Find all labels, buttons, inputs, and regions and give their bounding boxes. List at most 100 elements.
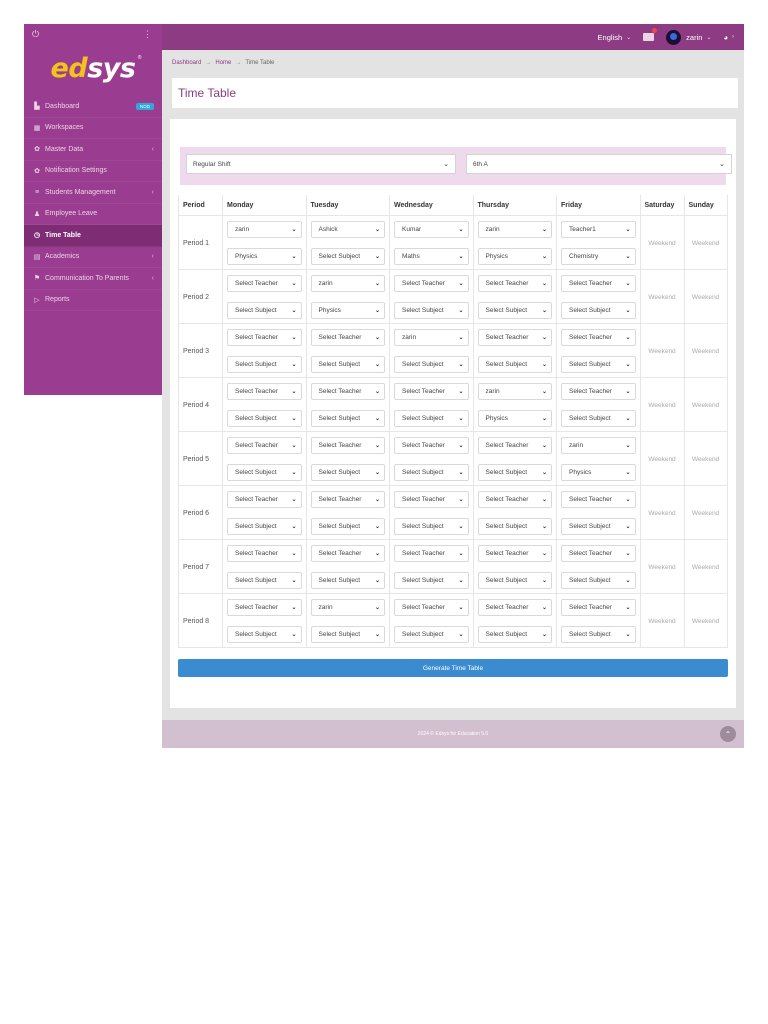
- teacher-select[interactable]: Select Teacher ⌄: [310, 437, 385, 454]
- sidebar-item-communication-to-parents[interactable]: ⚑ Communication To Parents ‹: [24, 268, 162, 290]
- subject-select[interactable]: Select Subject ⌄: [394, 572, 469, 589]
- teacher-select[interactable]: Select Teacher ⌄: [561, 545, 636, 562]
- teacher-select[interactable]: Select Teacher ⌄: [227, 275, 302, 292]
- subject-select[interactable]: Select Subject ⌄: [561, 518, 636, 535]
- teacher-select[interactable]: Select Teacher ⌄: [227, 383, 302, 400]
- teacher-select[interactable]: Select Teacher ⌄: [477, 491, 552, 508]
- sidebar-item-master-data[interactable]: ✿ Master Data ‹: [24, 139, 162, 161]
- teacher-select[interactable]: Select Teacher ⌄: [310, 329, 385, 346]
- subject-select[interactable]: Select Subject ⌄: [477, 464, 552, 481]
- mail-button[interactable]: [643, 28, 658, 41]
- sidebar-item-notification-settings[interactable]: ✿ Notification Settings: [24, 161, 162, 182]
- teacher-select[interactable]: Select Teacher ⌄: [227, 329, 302, 346]
- subject-select[interactable]: Select Subject ⌄: [477, 626, 552, 643]
- subject-select[interactable]: Select Subject ⌄: [477, 302, 552, 319]
- subject-select[interactable]: Select Subject ⌄: [227, 302, 302, 319]
- subject-select[interactable]: Select Subject ⌄: [310, 518, 385, 535]
- teacher-select[interactable]: zarin ⌄: [227, 221, 302, 238]
- teacher-select[interactable]: Select Teacher ⌄: [394, 437, 469, 454]
- subject-select[interactable]: Physics ⌄: [227, 248, 302, 265]
- subject-select[interactable]: Select Subject ⌄: [561, 302, 636, 319]
- sidebar-item-reports[interactable]: ▷ Reports: [24, 290, 162, 311]
- subject-select[interactable]: Select Subject ⌄: [477, 356, 552, 373]
- teacher-select[interactable]: Select Teacher ⌄: [227, 437, 302, 454]
- language-selector[interactable]: English ⌄: [598, 33, 632, 42]
- teacher-select[interactable]: zarin ⌄: [310, 599, 385, 616]
- subject-select[interactable]: Select Subject ⌄: [561, 410, 636, 427]
- subject-select[interactable]: Select Subject ⌄: [394, 464, 469, 481]
- subject-select[interactable]: Select Subject ⌄: [227, 626, 302, 643]
- teacher-select[interactable]: Select Teacher ⌄: [561, 275, 636, 292]
- teacher-select[interactable]: zarin ⌄: [394, 329, 469, 346]
- subject-select[interactable]: Select Subject ⌄: [227, 518, 302, 535]
- teacher-select[interactable]: zarin ⌄: [477, 221, 552, 238]
- subject-select[interactable]: Select Subject ⌄: [394, 626, 469, 643]
- subject-select[interactable]: Select Subject ⌄: [394, 302, 469, 319]
- logo[interactable]: edsys ®: [24, 44, 162, 92]
- teacher-select[interactable]: Select Teacher ⌄: [477, 599, 552, 616]
- sidebar-item-time-table[interactable]: ◷ Time Table: [24, 225, 162, 247]
- user-menu[interactable]: zarin ⌄: [666, 29, 711, 45]
- teacher-select[interactable]: Select Teacher ⌄: [477, 275, 552, 292]
- subject-select[interactable]: Select Subject ⌄: [394, 518, 469, 535]
- subject-select[interactable]: Physics ⌄: [561, 464, 636, 481]
- teacher-select[interactable]: Select Teacher ⌄: [394, 599, 469, 616]
- teacher-select[interactable]: zarin ⌄: [310, 275, 385, 292]
- subject-select[interactable]: Select Subject ⌄: [227, 410, 302, 427]
- power-icon[interactable]: ⏻: [32, 29, 39, 40]
- teacher-select[interactable]: Select Teacher ⌄: [227, 599, 302, 616]
- teacher-select[interactable]: Ashick ⌄: [310, 221, 385, 238]
- generate-timetable-button[interactable]: Generate Time Table: [178, 659, 728, 677]
- subject-select[interactable]: Select Subject ⌄: [310, 464, 385, 481]
- teacher-select[interactable]: Select Teacher ⌄: [394, 491, 469, 508]
- subject-select[interactable]: Physics ⌄: [310, 302, 385, 319]
- teacher-select[interactable]: Select Teacher ⌄: [561, 599, 636, 616]
- subject-select[interactable]: Physics ⌄: [477, 410, 552, 427]
- teacher-select[interactable]: Select Teacher ⌄: [561, 491, 636, 508]
- subject-select[interactable]: Select Subject ⌄: [310, 626, 385, 643]
- class-select[interactable]: 6th A ⌄: [466, 154, 732, 174]
- teacher-select[interactable]: Select Teacher ⌄: [310, 383, 385, 400]
- sidebar-item-dashboard[interactable]: ▙ Dashboard NOD: [24, 96, 162, 118]
- teacher-select[interactable]: Select Teacher ⌄: [227, 545, 302, 562]
- subject-select[interactable]: Select Subject ⌄: [310, 356, 385, 373]
- subject-select[interactable]: Select Subject ⌄: [394, 356, 469, 373]
- shift-select[interactable]: Regular Shift ⌄: [186, 154, 456, 174]
- subject-select[interactable]: Select Subject ⌄: [561, 356, 636, 373]
- teacher-select[interactable]: Select Teacher ⌄: [310, 545, 385, 562]
- subject-select[interactable]: Select Subject ⌄: [394, 410, 469, 427]
- subject-select[interactable]: Physics ⌄: [477, 248, 552, 265]
- subject-select[interactable]: Select Subject ⌄: [561, 626, 636, 643]
- teacher-select[interactable]: Select Teacher ⌄: [477, 437, 552, 454]
- teacher-select[interactable]: Select Teacher ⌄: [310, 491, 385, 508]
- subject-select[interactable]: Maths ⌄: [394, 248, 469, 265]
- teacher-select[interactable]: Select Teacher ⌄: [394, 275, 469, 292]
- subject-select[interactable]: Select Subject ⌄: [310, 572, 385, 589]
- teacher-select[interactable]: zarin ⌄: [477, 383, 552, 400]
- subject-select[interactable]: Select Subject ⌄: [561, 572, 636, 589]
- teacher-select[interactable]: Teacher1 ⌄: [561, 221, 636, 238]
- kebab-icon[interactable]: ⋮: [143, 29, 152, 40]
- breadcrumb-dashboard[interactable]: Dashboard: [172, 60, 201, 66]
- globe-menu[interactable]: ◕ ›: [723, 33, 734, 42]
- breadcrumb-home[interactable]: Home: [215, 60, 231, 66]
- teacher-select[interactable]: Select Teacher ⌄: [394, 383, 469, 400]
- teacher-select[interactable]: Select Teacher ⌄: [477, 545, 552, 562]
- sidebar-item-students-management[interactable]: ≡ Students Management ‹: [24, 182, 162, 204]
- teacher-select[interactable]: Select Teacher ⌄: [561, 329, 636, 346]
- teacher-select[interactable]: zarin ⌄: [561, 437, 636, 454]
- teacher-select[interactable]: Select Teacher ⌄: [227, 491, 302, 508]
- sidebar-item-employee-leave[interactable]: ♟ Employee Leave: [24, 204, 162, 225]
- subject-select[interactable]: Select Subject ⌄: [227, 572, 302, 589]
- teacher-select[interactable]: Select Teacher ⌄: [561, 383, 636, 400]
- subject-select[interactable]: Select Subject ⌄: [310, 248, 385, 265]
- sidebar-item-academics[interactable]: ▤ Academics ‹: [24, 247, 162, 268]
- teacher-select[interactable]: Select Teacher ⌄: [477, 329, 552, 346]
- subject-select[interactable]: Select Subject ⌄: [477, 572, 552, 589]
- teacher-select[interactable]: Kumar ⌄: [394, 221, 469, 238]
- subject-select[interactable]: Select Subject ⌄: [477, 518, 552, 535]
- subject-select[interactable]: Select Subject ⌄: [310, 410, 385, 427]
- subject-select[interactable]: Chemistry ⌄: [561, 248, 636, 265]
- sidebar-item-workspaces[interactable]: ▦ Workspaces: [24, 118, 162, 139]
- subject-select[interactable]: Select Subject ⌄: [227, 464, 302, 481]
